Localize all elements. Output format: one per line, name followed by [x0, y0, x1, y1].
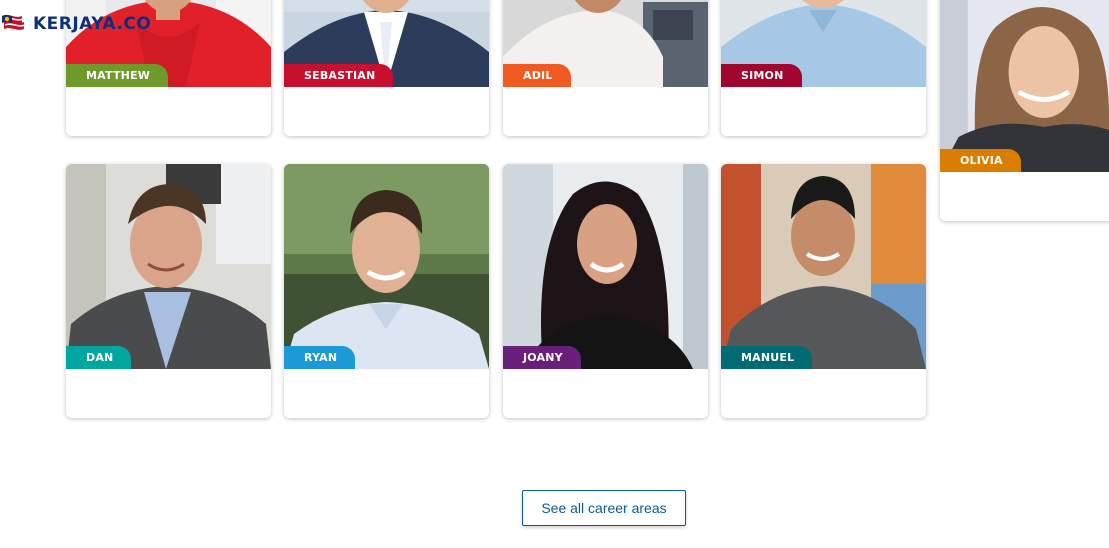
profile-photo: ADIL	[503, 0, 708, 87]
profile-card-simon[interactable]: SIMON	[721, 0, 926, 136]
profile-name-tag: MATTHEW	[66, 64, 169, 87]
malaysia-flag-icon	[2, 14, 26, 30]
profile-photo: JOANY	[503, 164, 708, 369]
card-body	[721, 87, 926, 136]
profile-card-sebastian[interactable]: SEBASTIAN	[284, 0, 489, 136]
profile-photo: DAN	[66, 164, 271, 369]
card-body	[940, 172, 1109, 221]
card-body	[503, 369, 708, 418]
profile-card-ryan[interactable]: RYAN	[284, 164, 489, 418]
see-all-career-areas-button[interactable]: See all career areas	[522, 490, 686, 526]
card-body	[721, 369, 926, 418]
brand-logo[interactable]: KERJAYA.CO	[0, 10, 151, 38]
profile-card-olivia[interactable]: OLIVIA	[940, 0, 1109, 221]
card-body	[503, 87, 708, 136]
card-body	[284, 369, 489, 418]
brand-name: KERJAYA.CO	[33, 14, 152, 34]
profile-name-tag: ADIL	[503, 64, 571, 87]
profile-photo: MANUEL	[721, 164, 926, 369]
card-body	[284, 87, 489, 136]
profile-name-tag: RYAN	[284, 346, 356, 369]
card-body	[66, 87, 271, 136]
profile-photo: RYAN	[284, 164, 489, 369]
profile-card-manuel[interactable]: MANUEL	[721, 164, 926, 418]
profile-card-adil[interactable]: ADIL	[503, 0, 708, 136]
profile-photo: OLIVIA	[940, 0, 1109, 172]
profile-name-tag: SIMON	[721, 64, 802, 87]
profile-card-dan[interactable]: DAN	[66, 164, 271, 418]
profile-name-tag: DAN	[66, 346, 132, 369]
profile-card-joany[interactable]: JOANY	[503, 164, 708, 418]
profile-photo: SEBASTIAN	[284, 0, 489, 87]
profile-name-tag: JOANY	[503, 346, 581, 369]
profile-name-tag: SEBASTIAN	[284, 64, 394, 87]
card-body	[66, 369, 271, 418]
profile-name-tag: OLIVIA	[940, 149, 1021, 172]
profile-name-tag: MANUEL	[721, 346, 813, 369]
profile-photo: SIMON	[721, 0, 926, 87]
